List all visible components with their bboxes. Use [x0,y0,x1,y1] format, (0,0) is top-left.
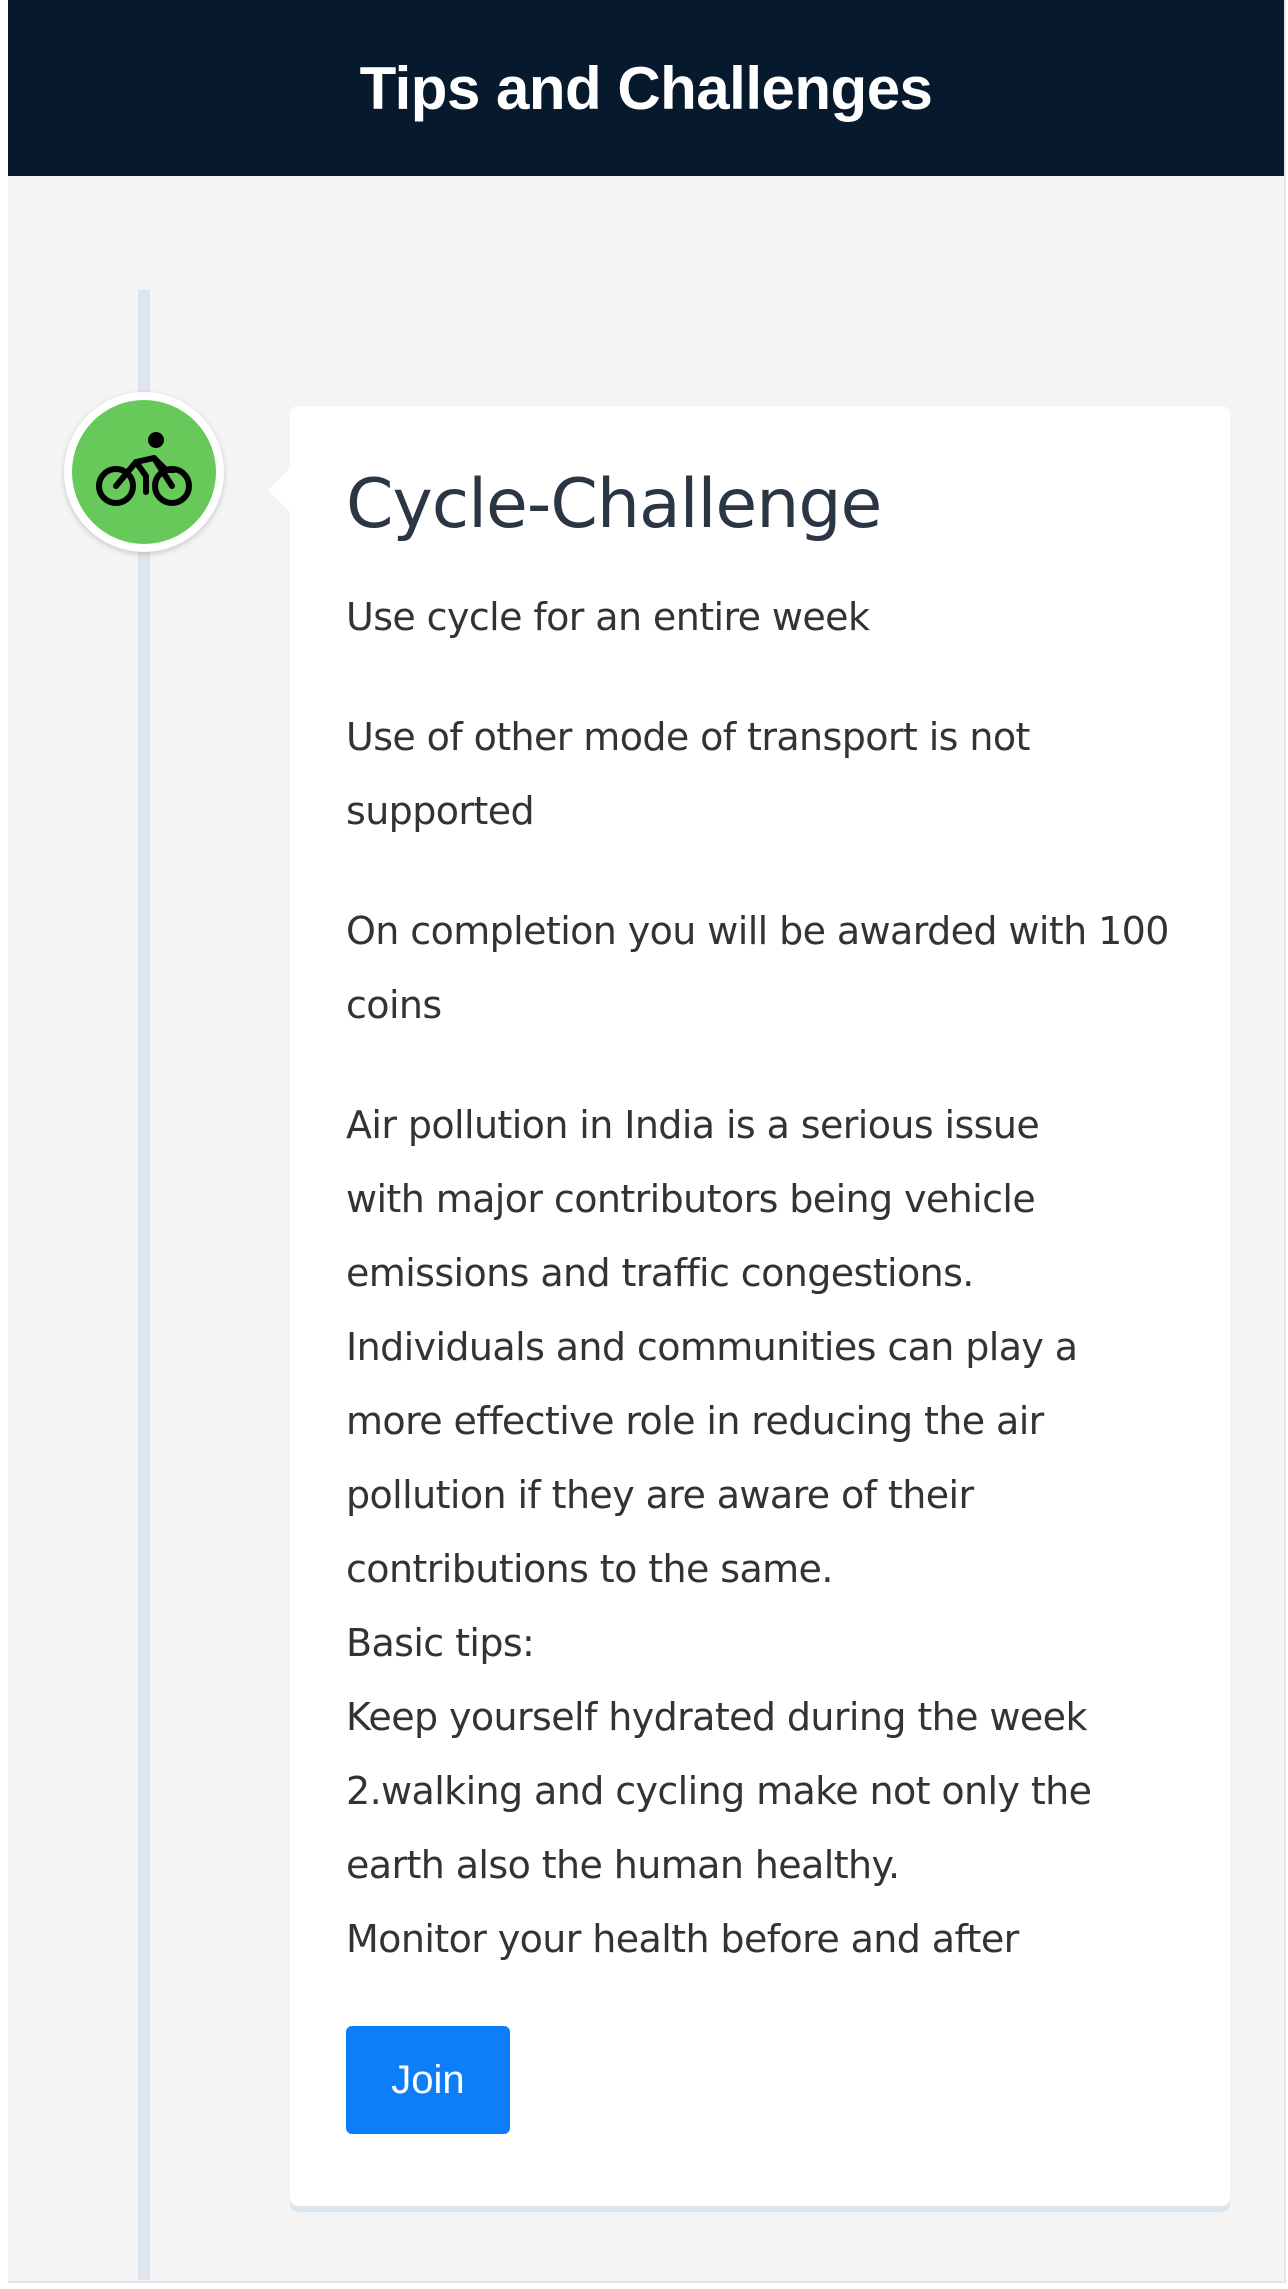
bicycle-rider-icon [96,432,192,506]
description-line: earth also the human healthy. [346,1843,900,1887]
description-line: Basic tips: [346,1621,535,1665]
description-line: more effective role in reducing the air [346,1399,1044,1443]
description-line: 2.walking and cycling make not only the [346,1769,1092,1813]
card-pointer [268,468,290,512]
timeline-line [138,290,150,2280]
description-line: Individuals and communities can play a [346,1325,1078,1369]
challenge-description: Air pollution in India is a serious issu… [346,1088,1174,1976]
description-line: Monitor your health before and after [346,1917,1019,1961]
app-header: Tips and Challenges [8,0,1284,176]
description-line: emissions and traffic congestions. [346,1251,974,1295]
challenge-rule: Use of other mode of transport is not su… [346,715,1030,833]
description-line: pollution if they are aware of their [346,1473,974,1517]
challenge-card: Cycle-Challenge Use cycle for an entire … [268,406,1230,2206]
join-button[interactable]: Join [346,2026,510,2134]
description-line: with major contributors being vehicle [346,1177,1036,1221]
challenge-title: Cycle-Challenge [346,465,882,544]
timeline-marker [64,392,224,552]
description-line: Air pollution in India is a serious issu… [346,1103,1040,1147]
timeline-marker-badge [72,400,216,544]
description-line: Keep yourself hydrated during the week [346,1695,1087,1739]
challenge-reward: On completion you will be awarded with 1… [346,909,1169,1027]
page-title: Tips and Challenges [359,54,933,122]
challenge-summary: Use cycle for an entire week [346,595,870,639]
app-frame: Tips and Challenges Cycle-Challenge Use … [8,0,1286,2283]
description-line: contributions to the same. [346,1547,833,1591]
